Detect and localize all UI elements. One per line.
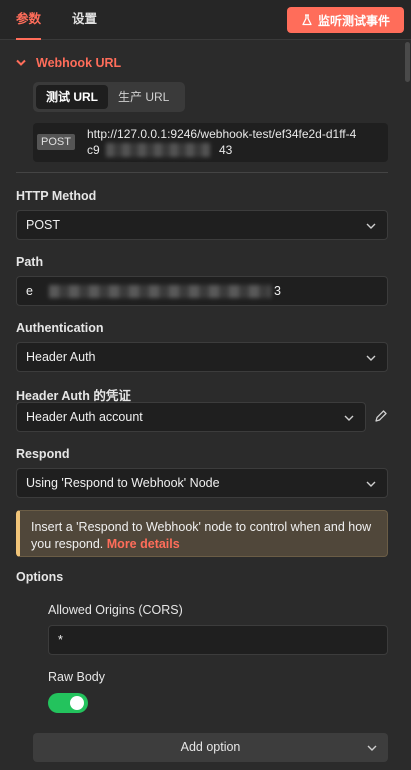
url-type-switch: 测试 URL 生产 URL <box>33 82 185 112</box>
path-label: Path <box>16 255 44 269</box>
raw-body-label: Raw Body <box>48 670 105 684</box>
http-method-value: POST <box>26 218 61 232</box>
chevron-down-icon <box>344 415 354 421</box>
webhook-url-line1: http://127.0.0.1:9246/webhook-test/ef34f… <box>87 127 357 141</box>
top-tab-bar: 参数 设置 监听测试事件 <box>0 0 411 40</box>
options-title: Options <box>16 570 64 584</box>
webhook-url-line2-start: c9 <box>87 143 100 157</box>
scrollbar-thumb[interactable] <box>405 42 410 82</box>
webhook-url-display[interactable]: POST http://127.0.0.1:9246/webhook-test/… <box>33 123 388 162</box>
redacted-blur <box>49 285 271 298</box>
chevron-down-icon <box>366 355 376 361</box>
pencil-icon[interactable] <box>374 409 388 423</box>
http-method-label: HTTP Method <box>16 189 97 203</box>
scrollbar-track[interactable] <box>403 40 411 770</box>
webhook-url-section-toggle[interactable]: Webhook URL <box>16 55 121 71</box>
webhook-url-line2-end: 43 <box>219 143 233 157</box>
redacted-blur <box>106 143 210 157</box>
credential-select[interactable]: Header Auth account <box>16 402 366 432</box>
authentication-value: Header Auth <box>26 350 96 364</box>
flask-icon <box>302 14 312 26</box>
add-option-label: Add option <box>180 740 241 754</box>
path-input[interactable]: e 3 <box>16 276 388 306</box>
credential-value: Header Auth account <box>26 410 143 424</box>
http-method-select[interactable]: POST <box>16 210 388 240</box>
respond-notice: Insert a 'Respond to Webhook' node to co… <box>16 510 388 557</box>
tab-settings[interactable]: 设置 <box>72 0 97 40</box>
chevron-down-icon <box>16 59 26 66</box>
add-option-button[interactable]: Add option <box>33 733 388 762</box>
authentication-select[interactable]: Header Auth <box>16 342 388 372</box>
allowed-origins-input[interactable]: * <box>48 625 388 655</box>
webhook-url-title: Webhook URL <box>36 56 122 70</box>
tab-params[interactable]: 参数 <box>16 0 42 40</box>
more-details-link[interactable]: More details <box>107 537 180 551</box>
notice-text: Insert a 'Respond to Webhook' node to co… <box>31 520 372 551</box>
respond-value: Using 'Respond to Webhook' Node <box>26 476 220 490</box>
tab-test-url[interactable]: 测试 URL <box>36 85 108 109</box>
chevron-down-icon <box>367 745 377 751</box>
listen-button-label: 监听测试事件 <box>317 13 390 28</box>
path-value-start: e <box>26 284 33 298</box>
method-badge: POST <box>37 134 75 150</box>
allowed-origins-label: Allowed Origins (CORS) <box>48 603 183 617</box>
path-value-end: 3 <box>274 284 281 298</box>
respond-select[interactable]: Using 'Respond to Webhook' Node <box>16 468 388 498</box>
listen-test-event-button[interactable]: 监听测试事件 <box>287 7 404 33</box>
chevron-down-icon <box>366 481 376 487</box>
toggle-knob <box>70 696 84 710</box>
chevron-down-icon <box>366 223 376 229</box>
allowed-origins-value: * <box>58 633 63 647</box>
raw-body-toggle[interactable] <box>48 693 88 713</box>
respond-label: Respond <box>16 447 70 461</box>
authentication-label: Authentication <box>16 321 104 335</box>
tab-production-url[interactable]: 生产 URL <box>108 85 179 109</box>
divider <box>16 172 388 173</box>
